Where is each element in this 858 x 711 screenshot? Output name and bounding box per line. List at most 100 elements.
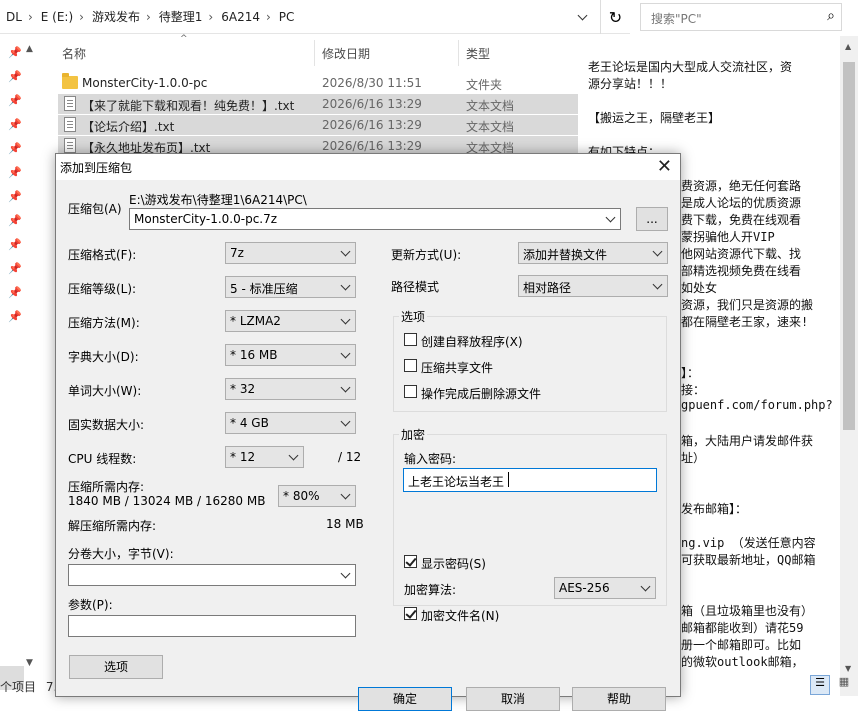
params-input[interactable]	[68, 615, 356, 637]
breadcrumb-folder-2[interactable]: 待整理1	[159, 8, 203, 25]
pin-icon: 📌	[8, 46, 22, 59]
params-label: 参数(P):	[68, 598, 113, 612]
show-password-label[interactable]: 显示密码(S)	[421, 555, 486, 572]
cancel-button[interactable]: 取消	[466, 687, 560, 711]
browse-button[interactable]: ...	[636, 207, 668, 231]
scrollbar-thumb[interactable]	[843, 62, 855, 430]
encryption-method-select[interactable]: AES-256	[554, 577, 656, 599]
column-divider[interactable]	[458, 40, 459, 66]
address-bar[interactable]: DL › E (E:) › 游戏发布 › 待整理1 › 6A214 › PC	[0, 0, 630, 34]
address-history-dropdown[interactable]	[568, 0, 598, 34]
search-placeholder: 搜索"PC"	[651, 12, 702, 26]
level-select[interactable]: 5 - 标准压缩	[225, 276, 356, 298]
path-mode-select[interactable]: 相对路径	[518, 275, 668, 297]
dialog-title: 添加到压缩包	[60, 161, 133, 175]
password-input[interactable]: 上老王论坛当老王	[403, 468, 657, 492]
file-row-txt-free[interactable]: 【来了就能下载和观看！纯免费！】.txt 2026/6/16 13:29 文本文…	[58, 94, 578, 114]
encrypt-names-label[interactable]: 加密文件名(N)	[421, 607, 499, 624]
scroll-up-icon[interactable]: ▲	[845, 42, 851, 51]
close-icon[interactable]: ✕	[657, 156, 672, 177]
text-file-icon	[64, 138, 76, 153]
format-label: 压缩格式(F):	[68, 248, 137, 262]
decompress-memory-value: 18 MB	[326, 517, 364, 531]
search-input[interactable]: 搜索"PC" ⌕	[640, 3, 842, 31]
breadcrumb-drive[interactable]: E (E:)	[41, 10, 73, 24]
preview-line: 蒙拐骗他人开VIP	[681, 230, 775, 244]
file-type: 文件夹	[466, 78, 503, 92]
help-button[interactable]: 帮助	[572, 687, 666, 711]
column-header-name[interactable]: 名称	[62, 40, 312, 66]
archive-name-combo[interactable]: MonsterCity-1.0.0-pc.7z	[129, 208, 621, 230]
split-label: 分卷大小，字节(V):	[68, 547, 174, 561]
show-password-checkbox[interactable]	[404, 555, 417, 568]
chevron-down-icon	[640, 581, 652, 595]
breadcrumb-separator: ›	[265, 9, 271, 24]
memory-percent-value: * 80%	[283, 489, 320, 503]
decompress-memory-label: 解压缩所需内存:	[68, 519, 157, 533]
column-header-date[interactable]: 修改日期	[322, 40, 452, 66]
sfx-label[interactable]: 创建自释放程序(X)	[421, 333, 523, 350]
path-mode-value: 相对路径	[523, 281, 572, 295]
large-icons-view-button[interactable]: ▦	[834, 675, 854, 695]
pin-icon: 📌	[8, 238, 22, 251]
file-row-txt-intro[interactable]: 【论坛介绍】.txt 2026/6/16 13:29 文本文档	[58, 115, 578, 135]
scroll-down-icon[interactable]: ▼	[845, 664, 851, 673]
update-mode-select[interactable]: 添加并替换文件	[518, 242, 668, 264]
text-file-icon	[64, 96, 76, 111]
method-select[interactable]: * LZMA2	[225, 310, 356, 332]
details-view-button[interactable]: ☰	[810, 675, 830, 695]
file-row-folder[interactable]: MonsterCity-1.0.0-pc 2026/8/30 11:51 文件夹	[58, 73, 578, 93]
column-header-type[interactable]: 类型	[466, 40, 566, 66]
breadcrumb-folder-3[interactable]: 6A214	[221, 10, 260, 24]
level-label: 压缩等级(L):	[68, 282, 137, 296]
archive-path: E:\游戏发布\待整理1\6A214\PC\	[129, 193, 307, 207]
path-mode-label: 路径模式	[391, 280, 440, 294]
sfx-checkbox[interactable]	[404, 333, 417, 346]
cpu-label: CPU 线程数:	[68, 452, 137, 466]
breadcrumb-folder-1[interactable]: 游戏发布	[92, 8, 140, 25]
chevron-down-icon	[652, 246, 664, 260]
cpu-total: / 12	[338, 450, 362, 464]
split-size-combo[interactable]	[68, 564, 356, 586]
preview-line: 费下载，免费在线观看	[681, 213, 802, 227]
format-select[interactable]: 7z	[225, 242, 356, 264]
preview-scrollbar[interactable]: ▲ ▼	[840, 36, 858, 696]
dialog-title-bar[interactable]: 添加到压缩包 ✕	[56, 154, 680, 180]
archive-label: 压缩包(A)	[68, 202, 122, 216]
word-select[interactable]: * 32	[225, 378, 356, 400]
password-value: 上老王论坛当老王	[408, 475, 505, 489]
file-date: 2026/8/30 11:51	[322, 76, 422, 90]
navigation-pane[interactable]: 📌 📌 📌 📌 📌 📌 📌 📌 📌 📌 📌 📌	[0, 34, 42, 697]
solid-select[interactable]: * 4 GB	[225, 412, 356, 434]
preview-line: 源分享站！！！	[588, 77, 673, 91]
shared-files-checkbox[interactable]	[404, 359, 417, 372]
ok-button[interactable]: 确定	[358, 687, 452, 711]
preview-line: 老王论坛是国内大型成人交流社区，资	[588, 60, 793, 74]
column-header-date-label: 修改日期	[322, 46, 371, 61]
breadcrumb-dl[interactable]: DL	[6, 10, 22, 24]
file-row-txt-address[interactable]: 【永久地址发布页】.txt 2026/6/16 13:29 文本文档	[58, 136, 578, 153]
update-label: 更新方式(U):	[391, 248, 462, 262]
nav-scroll-up-icon[interactable]: ▲	[26, 44, 33, 54]
word-label: 单词大小(W):	[68, 384, 142, 398]
column-divider[interactable]	[314, 40, 315, 66]
preview-line: 发布邮箱】：	[681, 502, 748, 516]
options-group-title: 选项	[399, 308, 428, 325]
refresh-button[interactable]: ↻	[600, 0, 630, 34]
preview-line: 箱，大陆用户请发邮件获	[681, 434, 814, 448]
shared-files-label[interactable]: 压缩共享文件	[421, 359, 493, 376]
delete-after-label[interactable]: 操作完成后删除源文件	[421, 385, 541, 402]
memory-percent-select[interactable]: * 80%	[278, 485, 356, 507]
dict-select[interactable]: * 16 MB	[225, 344, 356, 366]
file-date: 2026/6/16 13:29	[322, 118, 422, 132]
encrypt-names-checkbox[interactable]	[404, 607, 417, 620]
preview-line: 资源，我们只是资源的搬	[681, 298, 814, 312]
column-header-name-label: 名称	[62, 46, 87, 61]
breadcrumb-folder-4[interactable]: PC	[279, 10, 295, 24]
options-button[interactable]: 选项	[69, 655, 163, 679]
cpu-select[interactable]: * 12	[225, 446, 304, 468]
delete-after-checkbox[interactable]	[404, 385, 417, 398]
breadcrumb-separator: ›	[145, 9, 151, 24]
breadcrumb-separator: ›	[208, 9, 214, 24]
nav-scroll-down-icon[interactable]: ▼	[26, 658, 33, 668]
